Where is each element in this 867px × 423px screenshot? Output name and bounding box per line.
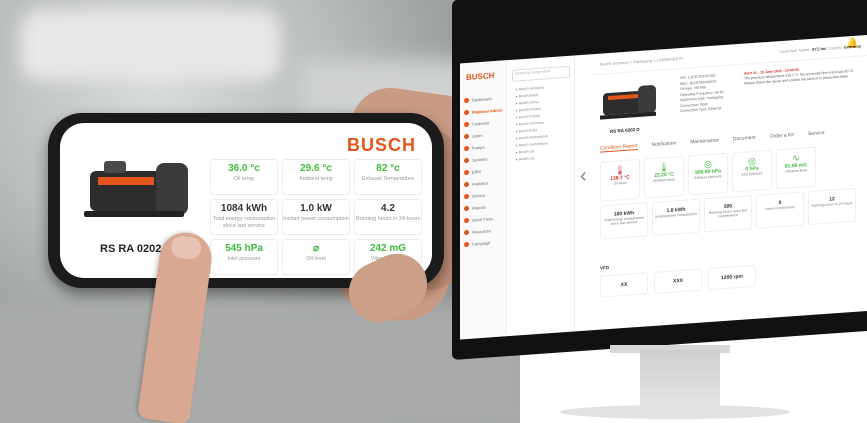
vfd-card[interactable]: 1200 rpm [708,264,756,291]
tab-service[interactable]: Service [808,130,825,138]
nav-icon [464,217,469,223]
condition-card[interactable]: 🌡 22.20 °C Ambient temp [644,155,684,199]
desktop-monitor: BUSCH Dashboard Regional Admin Customer Use… [452,0,867,360]
chevron-left-icon[interactable]: ‹ [580,165,587,188]
pump-tree: Search by pump name ▸ Busch Simulator ▸ B… [508,55,575,337]
search-input[interactable]: Search by pump name [512,65,570,82]
vfd-card[interactable]: XXX [654,268,702,294]
photo-background: BUSCH RS RA 0202 D 36.0 °c Oil temp 29.6 °… [0,0,520,423]
nav-icon [464,241,469,247]
metric-label: Oil temp [233,176,255,182]
nav-icon [464,157,469,163]
nav-icon [464,133,469,139]
metric-label: Exhaust Temperature [361,176,415,182]
metric-value: 29.6 °c [300,163,332,174]
sidebar-item-label: Resources [472,227,492,235]
metric-value: 1084 kWh [220,203,268,214]
pump-info: S/N: C1E871BF9F398 MAC: 80C87B9049024 Oil … [680,73,724,115]
metric-label: Running hours in 24 hours [355,216,421,222]
vfd-cards: XX XXX 1200 rpm [600,264,756,298]
condition-card[interactable]: 🌡 136.7 °C Oil temp [600,158,640,202]
sidebar-item-label: Pumps [472,144,485,151]
nav-icon [464,229,469,235]
sidebar-item-label: Reports [472,204,487,211]
nav-icon [464,97,469,103]
sidebar-item-label: Regional Admin [472,106,503,115]
nav-icon [464,169,469,175]
sidebar-item-label: Service [472,192,486,199]
usage-card[interactable]: 1.8 kWh Instant power consumption [652,198,700,237]
metric-value: ⌀ [312,243,320,254]
metric-tile[interactable]: 36.0 °c Oil temp [210,159,278,195]
usage-card[interactable]: 0 Hours to next Fixer [756,191,804,229]
metric-value: 82 °c [376,163,400,174]
sidebar-item-label: Users [472,132,483,139]
metric-value: 4.2 [381,203,395,214]
sidebar-item-campaign[interactable]: Campaign [464,235,506,250]
nav-icon [464,181,469,187]
sidebar-item-label: ERM [472,168,481,175]
metric-tile[interactable]: 82 °c Exhaust Temperature [354,159,422,195]
dashboard-screen: BUSCH Dashboard Regional Admin Customer Use… [460,34,867,340]
condition-card[interactable]: ◎ 998.88 hPa Exhaust pressure [688,152,728,196]
nav-icon [464,145,469,151]
metric-tile[interactable]: ⌀ Oil level [282,239,350,275]
condition-card[interactable]: ∿ 61.86 mG Vibration level [776,146,816,190]
metric-label: Oil level [306,256,326,262]
metric-tile[interactable]: 1084 kWh Total energy consumption since l… [210,199,278,235]
condition-card[interactable]: ◎ 0 hPa Inlet pressure [732,149,772,193]
metric-tile[interactable]: 545 hPa Inlet pressure [210,239,278,275]
metric-label: Ambient temp [299,176,333,182]
metric-label: Total energy consumption since last serv… [212,216,276,229]
sidebar-item-label: Dashboard [472,95,492,103]
tab-condition-report[interactable]: Condition Report [600,143,638,153]
sidebar-item-label: Analytics [472,179,489,187]
section-title: VFD [600,265,609,271]
alert-box: Alert #1 · 15 June 2022 · 10:40:00 The p… [744,63,860,86]
usage-card[interactable]: 12 Running hours in 24 hours [808,187,856,226]
nav-icon [464,205,469,211]
nav-icon [464,121,469,127]
usage-card[interactable]: 160 kWh Total energy consumption since la… [600,202,648,240]
card-label: Total energy consumption since last serv… [604,215,644,226]
bell-icon[interactable]: 🔔 [846,38,858,49]
metric-label: Inlet pressure [227,256,261,262]
sidebar-item-label: Quick Fixes [472,215,493,223]
sidebar-item-label: Customer [472,119,490,127]
metric-value: 545 hPa [225,243,263,254]
vacuum-pump-image [600,85,656,120]
sidebar: BUSCH Dashboard Regional Admin Customer Use… [460,60,507,340]
monitor-base [560,405,790,419]
tab-maintenance[interactable]: Maintenance [690,137,719,146]
sidebar-item-label: Campaign [472,239,491,247]
metric-tile[interactable]: 1.0 kW Instant power consumption [282,199,350,235]
main-content: Busch Germany > Packaging > 1340EF0DE7F … [594,34,867,330]
vacuum-pump-image [84,161,188,217]
busch-logo: BUSCH [346,135,416,155]
metric-value: 1.0 kW [300,203,332,214]
phone-screen: BUSCH RS RA 0202 D 36.0 °c Oil temp 29.6 °… [60,123,432,278]
metric-value: 242 mG [369,243,407,254]
tab-order-a-kit[interactable]: Order a Kit [770,132,794,141]
metric-value: 36.0 °c [228,163,260,174]
vfd-card[interactable]: XX [600,272,648,298]
breadcrumb[interactable]: Busch Germany > Packaging > 1340EF0DE7F [600,55,683,66]
monitor-stand [640,350,720,410]
nav-icon [464,109,469,115]
usage-card[interactable]: 590 Running hours since last maintenance [704,195,752,233]
sidebar-item-label: Systems [472,156,488,163]
pump-model-name: RS RA 0202 D [610,126,640,134]
card-label: Running hours since last maintenance [708,208,748,219]
nav-icon [464,193,469,199]
busch-logo: BUSCH [466,71,495,83]
metric-tile[interactable]: 4.2 Running hours in 24 hours [354,199,422,235]
sidebar-nav: Dashboard Regional Admin Customer Users Pump… [464,91,506,250]
metric-tile[interactable]: 29.6 °c Ambient temp [282,159,350,195]
tab-notification[interactable]: Notification [652,140,677,149]
tab-document[interactable]: Document [733,135,756,144]
metric-label: Instant power consumption [283,216,349,222]
